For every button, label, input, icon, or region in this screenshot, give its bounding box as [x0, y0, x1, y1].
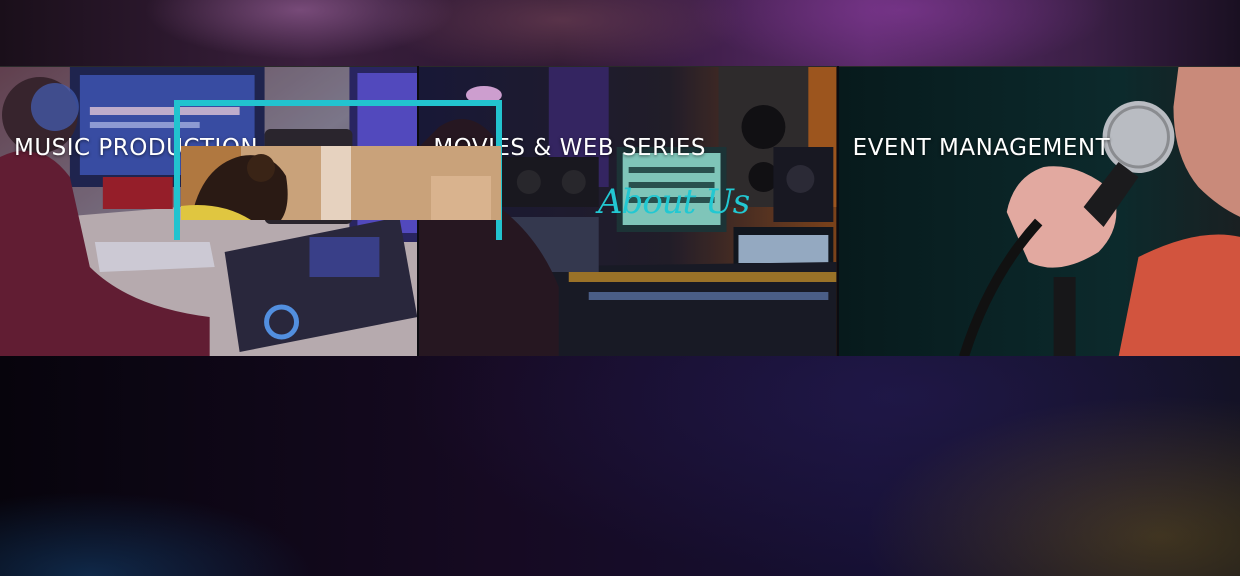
hero-banner-image [0, 0, 1240, 66]
event-management-image [838, 67, 1240, 357]
about-heading: About Us [598, 182, 750, 222]
service-card-event-management[interactable]: EVENT MANAGEMENT [838, 66, 1240, 357]
about-image [181, 146, 501, 220]
about-section [0, 356, 1240, 576]
service-title[interactable]: EVENT MANAGEMENT [853, 135, 1110, 161]
